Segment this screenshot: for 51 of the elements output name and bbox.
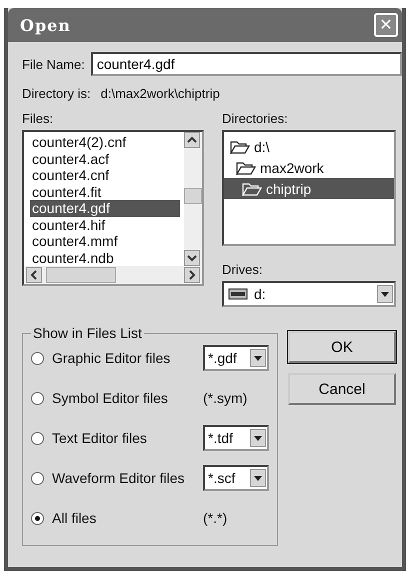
window-title: Open: [20, 16, 71, 34]
ok-button[interactable]: OK: [288, 331, 396, 363]
folder-icon: [230, 140, 250, 154]
vertical-scrollbar[interactable]: [184, 132, 202, 266]
directory-item[interactable]: max2work: [224, 157, 394, 178]
directory-item[interactable]: chiptrip: [224, 178, 394, 199]
cancel-button[interactable]: Cancel: [288, 373, 396, 405]
filter-text: (*.*): [203, 510, 228, 526]
radio-option[interactable]: All files: [31, 510, 96, 526]
radio-option[interactable]: Text Editor files: [31, 430, 147, 446]
close-button[interactable]: ✕: [374, 13, 398, 37]
radio-option[interactable]: Symbol Editor files: [31, 390, 168, 406]
scroll-left-icon[interactable]: [26, 267, 42, 283]
filter-dropdown[interactable]: *.scf: [203, 465, 269, 491]
file-item[interactable]: counter4.ndb: [30, 250, 180, 266]
drives-label: Drives:: [222, 262, 264, 277]
file-item[interactable]: counter4.fit: [30, 184, 180, 200]
file-item[interactable]: counter4.cnf: [30, 167, 180, 184]
folder-icon: [242, 182, 262, 196]
file-item[interactable]: counter4(2).cnf: [30, 134, 180, 150]
radio-button[interactable]: [31, 472, 44, 484]
directory-label: Directory is:: [22, 86, 91, 101]
directory-path: d:\max2work\chiptrip: [100, 86, 220, 101]
radio-button[interactable]: [31, 512, 44, 524]
drive-icon: [228, 288, 248, 300]
filter-dropdown[interactable]: *.tdf: [203, 425, 269, 451]
radio-option[interactable]: Waveform Editor files: [31, 470, 185, 486]
file-item[interactable]: counter4.hif: [30, 216, 180, 233]
file-item[interactable]: counter4.acf: [30, 150, 180, 167]
radio-button[interactable]: [31, 352, 44, 364]
scroll-thumb[interactable]: [46, 267, 116, 283]
file-name-field[interactable]: counter4.gdf: [90, 52, 402, 76]
file-item[interactable]: counter4.gdf: [30, 200, 180, 216]
radio-button[interactable]: [31, 392, 44, 404]
radio-option[interactable]: Graphic Editor files: [31, 350, 170, 366]
horizontal-scrollbar[interactable]: [24, 266, 202, 284]
directory-item[interactable]: d:\: [224, 136, 394, 157]
group-title: Show in Files List: [32, 325, 143, 341]
folder-icon: [236, 160, 256, 174]
scroll-up-icon[interactable]: [184, 132, 200, 148]
file-item[interactable]: counter4.mmf: [30, 233, 180, 250]
scroll-thumb[interactable]: [184, 188, 202, 204]
filter-text: (*.sym): [203, 390, 248, 406]
files-label: Files:: [22, 111, 54, 126]
radio-button[interactable]: [31, 432, 44, 444]
filter-dropdown[interactable]: *.gdf: [203, 345, 269, 371]
scroll-down-icon[interactable]: [184, 250, 200, 266]
file-name-label: File Name:: [22, 56, 85, 72]
scroll-right-icon[interactable]: [184, 267, 200, 283]
directories-label: Directories:: [222, 111, 289, 126]
drives-dropdown[interactable]: d:: [222, 281, 396, 307]
